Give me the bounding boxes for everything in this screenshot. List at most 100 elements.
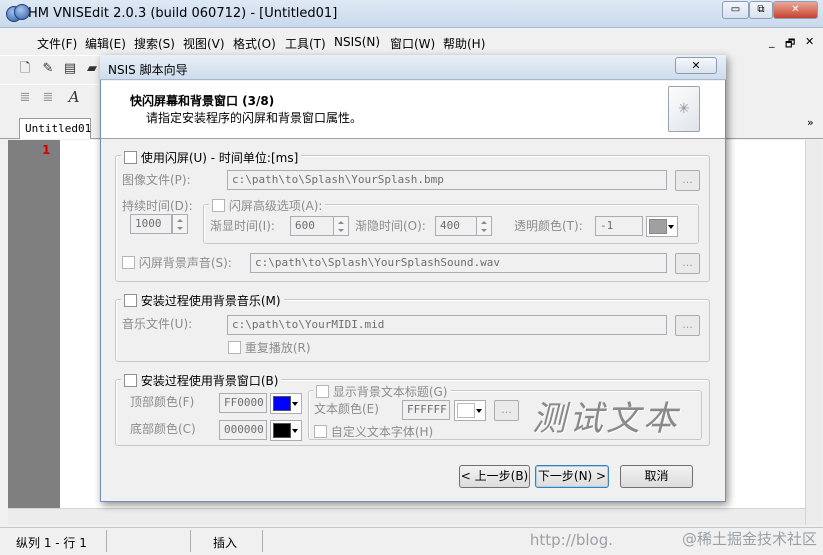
music-label: 安装过程使用背景音乐(M) [140, 294, 281, 308]
music-checkbox[interactable] [124, 294, 137, 307]
mdi-restore-button[interactable]: 🗗 [785, 35, 795, 54]
font-icon[interactable]: A [66, 89, 82, 105]
vertical-scrollbar[interactable] [805, 140, 822, 525]
music-file-input[interactable]: c:\path\to\YourMIDI.mid [227, 315, 667, 335]
custom-font-checkbox[interactable] [314, 425, 327, 438]
mdi-close-button[interactable]: ✕ [805, 35, 814, 48]
top-color-dropdown[interactable] [270, 393, 302, 414]
chevron-down-icon [292, 402, 298, 406]
splash-toggle[interactable]: 使用闪屏(U) - 时间单位:[ms] [121, 149, 302, 166]
back-button[interactable]: < 上一步(B) [459, 465, 530, 488]
chevron-down-icon [292, 429, 298, 433]
title-preview-text: 测试文本 [532, 399, 680, 439]
bottom-color-label: 底部颜色(C) [130, 422, 196, 436]
restore-button[interactable]: ⧉ [749, 1, 773, 19]
image-browse-button[interactable]: ... [675, 170, 700, 191]
bottom-color-input[interactable]: 000000 [219, 420, 267, 440]
top-color-input[interactable]: FF0000 [219, 393, 267, 413]
show-title-toggle[interactable]: 显示背景文本标题(G) [313, 383, 451, 400]
music-browse-button[interactable]: ... [675, 315, 700, 336]
top-color-swatch [273, 396, 291, 411]
status-separator [190, 530, 191, 552]
splash-sound-label: 闪屏背景声音(S): [138, 256, 232, 270]
menu-help[interactable]: 帮助(H) [443, 35, 485, 52]
wizard-icon[interactable]: ✎ [40, 61, 56, 77]
splash-checkbox[interactable] [124, 151, 137, 164]
dialog-close-button[interactable]: ✕ [675, 57, 717, 74]
bgwindow-label: 安装过程使用背景窗口(B) [140, 374, 279, 388]
mdi-minimize-button[interactable]: _ [769, 35, 775, 48]
dialog-title-bar [100, 55, 726, 80]
music-file-label: 音乐文件(U): [122, 317, 193, 331]
show-title-label: 显示背景文本标题(G) [332, 385, 448, 399]
fade-in-input[interactable]: 600 [290, 216, 334, 236]
bgwindow-checkbox[interactable] [124, 374, 137, 387]
horizontal-scrollbar[interactable] [8, 508, 805, 525]
splash-sound-checkbox[interactable] [122, 256, 135, 269]
text-color-browse-button[interactable]: ... [494, 400, 519, 421]
open-folder-icon[interactable]: ▰ [84, 61, 100, 77]
splash-sound-toggle[interactable]: 闪屏背景声音(S): [122, 254, 232, 271]
status-mode: 插入 [213, 536, 238, 550]
transparent-color-dropdown[interactable] [646, 216, 678, 237]
splash-label: 使用闪屏(U) - 时间单位:[ms] [140, 151, 299, 165]
splash-sound-input[interactable]: c:\path\to\Splash\YourSplashSound.wav [250, 253, 667, 273]
duration-label: 持续时间(D): [122, 199, 193, 213]
wizard-step-title: 快闪屏幕和背景窗口 (3/8) [130, 94, 275, 108]
image-file-label: 图像文件(P): [122, 173, 191, 187]
text-color-dropdown[interactable] [454, 400, 486, 421]
repeat-checkbox[interactable] [228, 341, 241, 354]
image-file-input[interactable]: c:\path\to\Splash\YourSplash.bmp [227, 170, 667, 190]
watermark-url: http://blog. [529, 531, 613, 549]
next-button[interactable]: 下一步(N) > [535, 465, 609, 488]
cancel-button[interactable]: 取消 [620, 465, 693, 488]
new-file-icon[interactable]: 🗋 [17, 61, 33, 77]
menu-nsis[interactable]: NSIS(N) [334, 35, 380, 49]
tab-chevron[interactable]: » [807, 116, 814, 129]
custom-font-label: 自定义文本字体(H) [330, 425, 434, 439]
template-icon[interactable]: ▤ [62, 61, 78, 77]
fade-out-spinner[interactable] [476, 216, 492, 236]
status-separator [106, 530, 107, 552]
bottom-color-dropdown[interactable] [270, 420, 302, 441]
fade-in-spinner[interactable] [333, 216, 349, 236]
wizard-page-icon [668, 86, 700, 132]
transparent-color-swatch [649, 219, 667, 234]
text-color-label: 文本颜色(E) [314, 402, 379, 416]
document-menu-icon[interactable] [14, 4, 30, 20]
outdent-icon[interactable]: ≣ [40, 90, 56, 106]
bgwindow-toggle[interactable]: 安装过程使用背景窗口(B) [121, 372, 282, 389]
menu-format[interactable]: 格式(O) [233, 35, 276, 52]
text-color-swatch [457, 403, 475, 418]
splash-advanced-checkbox[interactable] [212, 199, 225, 212]
menu-file[interactable]: 文件(F) [37, 35, 77, 52]
indent-icon[interactable]: ≣ [17, 90, 33, 106]
line-number: 1 [42, 143, 51, 157]
text-color-input[interactable]: FFFFFF [402, 400, 450, 420]
menu-window[interactable]: 窗口(W) [390, 35, 435, 52]
repeat-toggle[interactable]: 重复播放(R) [228, 339, 311, 356]
top-color-label: 顶部颜色(F) [130, 395, 195, 409]
fade-out-input[interactable]: 400 [435, 216, 477, 236]
sound-browse-button[interactable]: ... [675, 253, 700, 274]
duration-spinner[interactable] [172, 214, 188, 234]
menu-edit[interactable]: 编辑(E) [85, 35, 126, 52]
minimize-button[interactable]: ▭ [722, 1, 749, 19]
show-title-checkbox[interactable] [316, 385, 329, 398]
close-button[interactable]: ✕ [773, 1, 818, 19]
status-separator [262, 530, 263, 552]
menu-view[interactable]: 视图(V) [183, 35, 225, 52]
splash-advanced-toggle[interactable]: 闪屏高级选项(A): [209, 197, 326, 214]
tab-untitled01[interactable]: Untitled01 [19, 118, 91, 139]
repeat-label: 重复播放(R) [244, 341, 311, 355]
custom-font-toggle[interactable]: 自定义文本字体(H) [314, 423, 433, 440]
duration-input[interactable]: 1000 [130, 214, 172, 234]
music-toggle[interactable]: 安装过程使用背景音乐(M) [121, 292, 284, 309]
transparent-color-input[interactable]: -1 [595, 216, 643, 236]
splash-advanced-label: 闪屏高级选项(A): [228, 199, 323, 213]
menu-search[interactable]: 搜索(S) [134, 35, 175, 52]
window-title: HM VNISEdit 2.0.3 (build 060712) - [Unti… [28, 6, 338, 21]
fade-out-label: 渐隐时间(O): [355, 219, 426, 233]
line-gutter [8, 140, 60, 508]
menu-tools[interactable]: 工具(T) [285, 35, 326, 52]
